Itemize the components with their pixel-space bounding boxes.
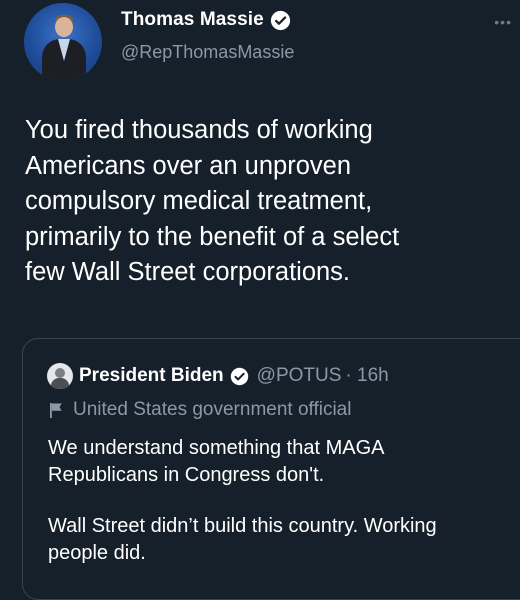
tweet-line: Americans over an unproven xyxy=(25,151,352,180)
more-dots-icon[interactable]: ••• xyxy=(494,14,512,30)
quoted-line: people did. xyxy=(48,542,146,564)
flag-icon xyxy=(50,403,62,418)
tweet-line: primarily to the benefit of a select xyxy=(25,222,400,251)
quoted-line: Wall Street didn’t build this country. W… xyxy=(48,515,437,537)
tweet-line: compulsory medical treatment, xyxy=(25,187,373,215)
government-label: United States government official xyxy=(49,399,351,421)
tweet-line: You fired thousands of working xyxy=(25,116,373,144)
government-label-text: United States government official xyxy=(73,399,352,420)
quoted-author-name: President Biden xyxy=(79,365,224,386)
author-avatar[interactable] xyxy=(24,3,102,81)
quoted-line: We understand something that MAGA xyxy=(48,437,385,459)
quoted-tweet[interactable]: President Biden @POTUS · 16h United Stat… xyxy=(22,338,520,600)
quoted-paragraph: We understand something that MAGA Republ… xyxy=(48,435,520,489)
tweet-line: few Wall Street corporations. xyxy=(25,258,351,286)
author-handle[interactable]: @RepThomasMassie xyxy=(121,42,294,63)
quoted-text: We understand something that MAGA Republ… xyxy=(48,435,520,567)
verified-badge-icon xyxy=(270,10,290,30)
quoted-author-handle: @POTUS xyxy=(256,365,342,386)
verified-badge-icon xyxy=(230,367,248,385)
author-name-row: Thomas Massie xyxy=(121,9,291,31)
quoted-timestamp: · 16h xyxy=(345,365,389,386)
tweet-text: You fired thousands of working Americans… xyxy=(25,113,505,291)
author-name[interactable]: Thomas Massie xyxy=(121,9,264,31)
quoted-line: Republicans in Congress don't. xyxy=(48,464,325,486)
quoted-avatar xyxy=(47,363,73,389)
quoted-header: President Biden @POTUS · 16h xyxy=(47,363,389,389)
quoted-paragraph: Wall Street didn’t build this country. W… xyxy=(48,513,520,567)
